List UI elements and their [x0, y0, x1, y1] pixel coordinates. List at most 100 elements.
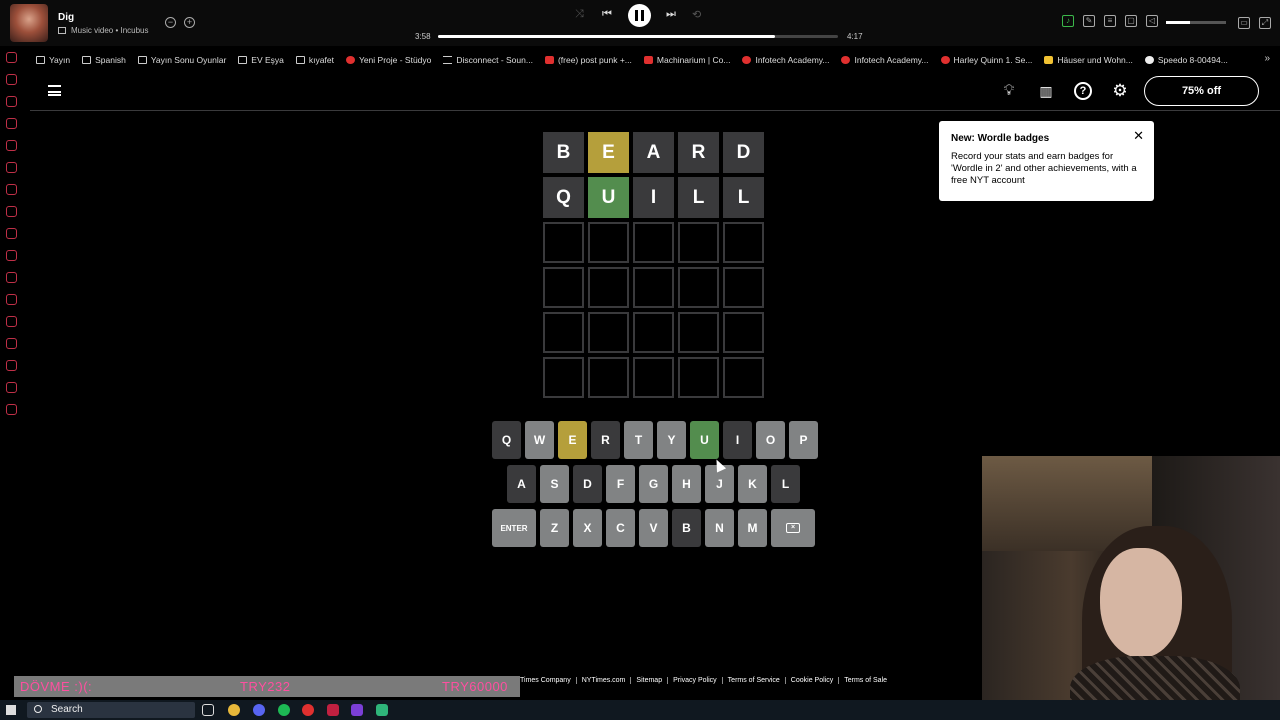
keyboard-key[interactable]: E — [558, 421, 587, 459]
subscribe-offer-button[interactable]: 75% off — [1144, 76, 1259, 106]
footer-link[interactable]: Sitemap — [630, 677, 667, 684]
keyboard-key[interactable]: L — [771, 465, 800, 503]
keyboard-key[interactable]: R — [591, 421, 620, 459]
album-art[interactable] — [10, 4, 48, 42]
queue-icon[interactable]: ≡ — [1104, 15, 1116, 27]
pencil-icon[interactable]: ✎ — [1083, 15, 1095, 27]
keyboard-key[interactable]: P — [789, 421, 818, 459]
pause-button[interactable] — [628, 4, 651, 27]
keyboard-key[interactable]: N — [705, 509, 734, 547]
app-icon[interactable] — [6, 250, 17, 261]
miniplayer-icon[interactable]: ▭ — [1238, 17, 1250, 29]
taskbar-search[interactable]: Search — [27, 702, 195, 718]
previous-icon[interactable]: ⏮ — [602, 8, 612, 21]
keyboard-key[interactable]: B — [672, 509, 701, 547]
keyboard-key[interactable]: Z — [540, 509, 569, 547]
app-icon[interactable] — [6, 118, 17, 129]
app-icon[interactable] — [351, 704, 363, 716]
app-icon[interactable] — [6, 338, 17, 349]
discord-icon[interactable] — [253, 704, 265, 716]
app-icon[interactable] — [6, 52, 17, 63]
enter-key[interactable]: ENTER — [492, 509, 536, 547]
bookmark-item[interactable]: Yayın Sonu Oyunlar — [137, 55, 226, 65]
app-icon[interactable] — [6, 74, 17, 85]
keyboard-key[interactable]: U — [690, 421, 719, 459]
menu-icon[interactable] — [48, 85, 61, 96]
progress-bar[interactable] — [438, 35, 838, 38]
bookmark-item[interactable]: Spanish — [82, 55, 126, 65]
app-icon[interactable] — [6, 316, 17, 327]
next-icon[interactable]: ⏭ — [666, 8, 676, 21]
task-view-icon[interactable] — [202, 704, 214, 716]
keyboard-key[interactable]: V — [639, 509, 668, 547]
close-icon[interactable]: ✕ — [1133, 128, 1144, 144]
settings-gear-icon[interactable]: ⚙ — [1111, 82, 1129, 100]
keyboard-key[interactable]: O — [756, 421, 785, 459]
volume-slider[interactable] — [1166, 21, 1226, 24]
bookmark-item[interactable]: Infotech Academy... — [841, 55, 929, 65]
app-icon[interactable] — [376, 704, 388, 716]
keyboard-key[interactable]: D — [573, 465, 602, 503]
keyboard-key[interactable]: X — [573, 509, 602, 547]
app-icon[interactable] — [6, 228, 17, 239]
footer-link[interactable]: Terms of Sale — [838, 677, 892, 684]
repeat-icon[interactable]: ⟲ — [692, 8, 701, 21]
bookmark-item[interactable]: (free) post punk +... — [544, 55, 632, 65]
bookmark-item[interactable]: Häuser und Wohn... — [1044, 55, 1133, 65]
bookmark-item[interactable]: kıyafet — [295, 55, 334, 65]
hint-bulb-icon[interactable]: 💡︎ — [1000, 82, 1018, 100]
app-icon[interactable] — [6, 184, 17, 195]
keyboard-key[interactable]: G — [639, 465, 668, 503]
keyboard-key[interactable]: I — [723, 421, 752, 459]
keyboard-key[interactable]: Q — [492, 421, 521, 459]
bookmark-item[interactable]: Yeni Proje - Stüdyo — [345, 55, 431, 65]
dislike-icon[interactable]: − — [165, 17, 176, 28]
bookmark-item[interactable]: Harley Quinn 1. Se... — [940, 55, 1032, 65]
song-title[interactable]: Dig — [58, 12, 74, 23]
app-icon[interactable] — [6, 404, 17, 415]
app-icon[interactable] — [327, 704, 339, 716]
fullscreen-icon[interactable]: ⤢ — [1259, 17, 1271, 29]
app-icon[interactable] — [6, 162, 17, 173]
stats-icon[interactable]: ▥ — [1037, 82, 1055, 100]
bookmark-item[interactable]: Machinarium | Co... — [643, 55, 730, 65]
keyboard-key[interactable]: M — [738, 509, 767, 547]
like-icon[interactable]: + — [184, 17, 195, 28]
keyboard-key[interactable]: T — [624, 421, 653, 459]
footer-link[interactable]: Terms of Service — [721, 677, 785, 684]
keyboard-key[interactable]: F — [606, 465, 635, 503]
footer-link[interactable]: NYTimes.com — [575, 677, 631, 684]
shuffle-icon[interactable]: ⤨ — [575, 8, 584, 21]
bookmark-item[interactable]: EV Eşya — [238, 55, 284, 65]
app-icon[interactable] — [6, 294, 17, 305]
chevron-right-icon[interactable]: » — [1264, 53, 1270, 64]
app-icon[interactable] — [6, 96, 17, 107]
app-icon[interactable] — [302, 704, 314, 716]
app-icon[interactable] — [6, 206, 17, 217]
start-icon[interactable] — [6, 705, 16, 715]
bookmark-item[interactable]: Speedo 8-00494... — [1144, 55, 1228, 65]
app-icon[interactable] — [6, 360, 17, 371]
volume-icon[interactable]: ◁ — [1146, 15, 1158, 27]
bookmark-item[interactable]: Yayın — [36, 55, 70, 65]
keyboard-key[interactable]: Y — [657, 421, 686, 459]
keyboard-key[interactable]: A — [507, 465, 536, 503]
keyboard-key[interactable]: H — [672, 465, 701, 503]
keyboard-key[interactable]: C — [606, 509, 635, 547]
bookmark-item[interactable]: Infotech Academy... — [742, 55, 829, 65]
keyboard-key[interactable]: S — [540, 465, 569, 503]
keyboard-key[interactable]: K — [738, 465, 767, 503]
app-icon[interactable] — [6, 382, 17, 393]
keyboard-key[interactable]: W — [525, 421, 554, 459]
connect-device-icon[interactable]: ▢ — [1125, 15, 1137, 27]
backspace-key[interactable]: × — [771, 509, 815, 547]
chrome-icon[interactable] — [228, 704, 240, 716]
bookmark-item[interactable]: Disconnect - Soun... — [443, 55, 533, 65]
app-icon[interactable] — [6, 140, 17, 151]
footer-link[interactable]: Cookie Policy — [784, 677, 838, 684]
app-icon[interactable] — [6, 272, 17, 283]
spotify-icon[interactable] — [278, 704, 290, 716]
lyrics-icon[interactable]: ♪ — [1062, 15, 1074, 27]
help-icon[interactable]: ? — [1074, 82, 1092, 100]
footer-link[interactable]: Times Company — [520, 677, 576, 684]
